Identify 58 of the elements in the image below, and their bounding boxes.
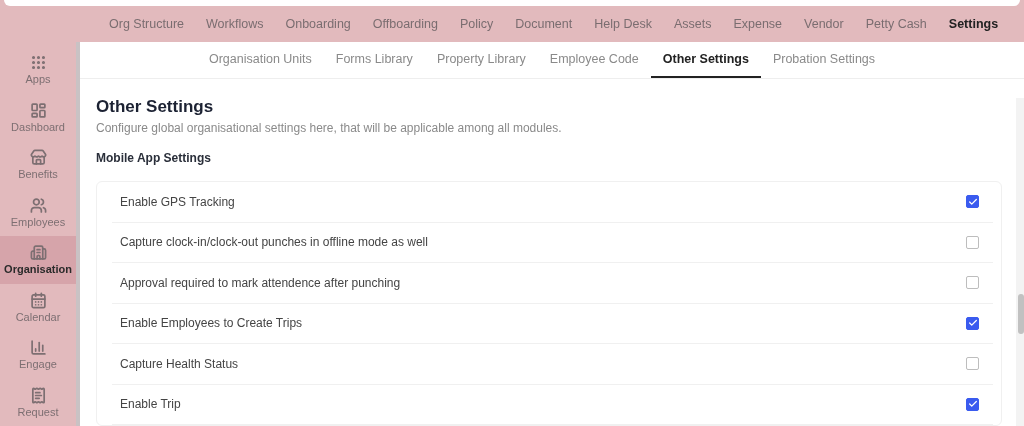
setting-label: Enable Employees to Create Trips [120,316,303,331]
sidebar-item[interactable]: Calendar [0,283,76,331]
nav-link[interactable]: Assets [662,17,723,31]
sidebar-item[interactable]: Request [0,378,76,426]
sidebar-label: Organisation [4,263,72,276]
sidebar-label: Employees [10,215,66,228]
sidebar-label: Benefits [18,168,58,181]
checkbox[interactable] [966,357,979,371]
nav-link[interactable]: Settings [937,17,1010,31]
setting-label: Capture Health Status [120,356,239,371]
setting-label: Enable Trip [120,397,181,412]
tab[interactable]: Organisation Units [196,42,324,78]
checkbox[interactable] [966,397,979,411]
nav-link[interactable]: Vendor [793,17,855,31]
building-icon [29,244,47,262]
nav-link[interactable]: Workflows [195,17,275,31]
sidebar-item[interactable]: Employees [0,188,76,236]
page-description: Configure global organisational settings here, that will be applicable among all modules. [96,121,563,135]
scrollbar-thumb[interactable] [1018,294,1024,334]
nav-link[interactable]: Help Desk [583,17,663,31]
setting-label: Capture clock-in/clock-out punches in offline mode as well [120,235,428,250]
nav-link[interactable]: Expense [722,17,794,31]
page-title: Other Settings [96,97,215,117]
sidebar-item[interactable]: Apps [0,46,76,94]
nav-link[interactable]: Policy [448,17,505,31]
nav-link[interactable]: Petty Cash [854,17,938,31]
checkbox[interactable] [966,316,979,330]
sidebar-item[interactable]: Dashboard [0,93,76,141]
tab[interactable]: Property Library [424,42,538,78]
receipt-icon [29,386,47,404]
grid-icon [29,54,47,72]
people-icon [29,196,47,214]
tab[interactable]: Forms Library [323,42,425,78]
section-title: Mobile App Settings [96,151,212,165]
tab[interactable]: Employee Code [537,42,651,78]
sidebar-item[interactable]: Engage [0,331,76,379]
sidebar-item[interactable]: Organisation [0,236,76,284]
checkbox[interactable] [966,276,979,290]
checkbox[interactable] [966,195,979,209]
sidebar-label: Calendar [15,310,61,323]
setting-label: Enable GPS Tracking [120,194,235,209]
tab[interactable]: Probation Settings [760,42,888,78]
nav-link[interactable]: Offboarding [361,17,449,31]
checkbox[interactable] [966,235,979,249]
bar-chart-icon [29,339,47,357]
sidebar-label: Engage [19,358,57,371]
setting-label: Approval required to mark attendence after punching [120,275,401,290]
calendar-icon [29,291,47,309]
tab[interactable]: Other Settings [650,42,761,78]
sidebar-label: Dashboard [11,120,65,133]
dashboard-icon [29,101,47,119]
nav-link[interactable]: Org Structure [98,17,196,31]
sidebar-label: Apps [25,73,51,86]
nav-link[interactable]: Document [504,17,584,31]
sidebar-label: Request [17,405,59,418]
sidebar-item[interactable]: Benefits [0,141,76,189]
nav-link[interactable]: Onboarding [274,17,362,31]
store-icon [29,149,47,167]
